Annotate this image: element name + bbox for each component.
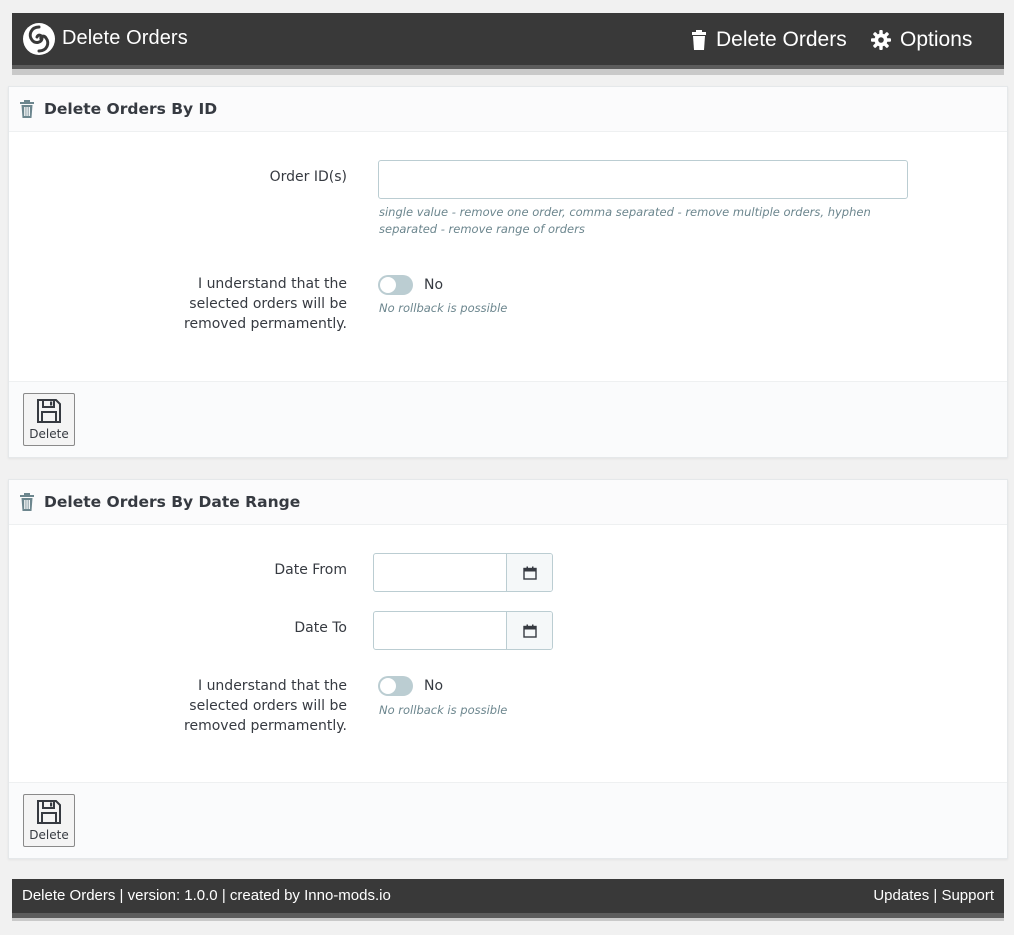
confirm-help: No rollback is possible	[379, 703, 508, 717]
footer-prefix: Delete Orders | version: 1.0.0 | created…	[22, 887, 305, 904]
bottom-footer: Delete Orders | version: 1.0.0 | created…	[12, 879, 1004, 913]
date-to-field[interactable]	[373, 611, 553, 650]
panel-delete-by-id: Delete Orders By ID Order ID(s) single v…	[8, 86, 1008, 458]
gear-icon	[871, 30, 891, 50]
trash-icon	[20, 493, 34, 511]
top-header: Delete Orders Delete Orders Options	[12, 13, 1004, 65]
trash-icon	[20, 100, 34, 118]
panel-heading: Delete Orders By ID	[9, 87, 1007, 132]
order-ids-help: single value - remove one order, comma s…	[379, 205, 871, 236]
trash-icon	[692, 30, 706, 50]
floppy-disk-icon	[37, 399, 61, 423]
date-to-input[interactable]	[374, 612, 504, 649]
panel-footer: Delete	[9, 782, 1007, 858]
order-ids-input[interactable]	[378, 160, 908, 199]
panel-heading: Delete Orders By Date Range	[9, 480, 1007, 525]
swirl-logo-icon	[23, 23, 55, 55]
updates-link[interactable]: Updates	[873, 887, 929, 904]
confirm-state: No	[424, 277, 444, 293]
panel-footer: Delete	[9, 381, 1007, 457]
confirm-label: I understand that the selected orders wi…	[184, 276, 347, 332]
author-link[interactable]: Inno-mods.io	[304, 887, 391, 904]
delete-button[interactable]: Delete	[23, 393, 75, 446]
delete-button-label: Delete	[29, 828, 69, 842]
footer-separator: |	[929, 887, 942, 904]
header-divider-light	[12, 69, 1004, 75]
nav-delete-label: Delete Orders	[716, 28, 847, 51]
date-from-input[interactable]	[374, 554, 504, 591]
panel-title: Delete Orders By Date Range	[44, 493, 301, 511]
date-to-calendar-button[interactable]	[506, 612, 552, 649]
nav-options-label: Options	[900, 28, 973, 51]
calendar-icon	[522, 566, 537, 580]
footer-credits: Delete Orders | version: 1.0.0 | created…	[22, 887, 391, 904]
order-ids-label: Order ID(s)	[269, 169, 347, 185]
nav-delete-orders[interactable]: Delete Orders	[691, 28, 847, 52]
app-title: Delete Orders	[62, 27, 188, 49]
date-from-field[interactable]	[373, 553, 553, 592]
date-from-calendar-button[interactable]	[506, 554, 552, 591]
footer-divider-light	[12, 918, 1004, 921]
confirm-toggle[interactable]	[378, 275, 413, 295]
delete-button-label: Delete	[29, 427, 69, 441]
support-link[interactable]: Support	[941, 887, 994, 904]
date-to-label: Date To	[294, 620, 347, 636]
calendar-icon	[522, 624, 537, 638]
confirm-state: No	[424, 678, 444, 694]
footer-links: Updates | Support	[873, 887, 994, 904]
floppy-disk-icon	[37, 800, 61, 824]
confirm-help: No rollback is possible	[379, 301, 508, 315]
delete-button[interactable]: Delete	[23, 794, 75, 847]
confirm-label: I understand that the selected orders wi…	[184, 678, 347, 734]
panel-title: Delete Orders By ID	[44, 100, 218, 118]
nav-options[interactable]: Options	[871, 28, 972, 52]
panel-delete-by-date: Delete Orders By Date Range Date From Da…	[8, 479, 1008, 859]
date-from-label: Date From	[274, 562, 347, 578]
confirm-toggle[interactable]	[378, 676, 413, 696]
